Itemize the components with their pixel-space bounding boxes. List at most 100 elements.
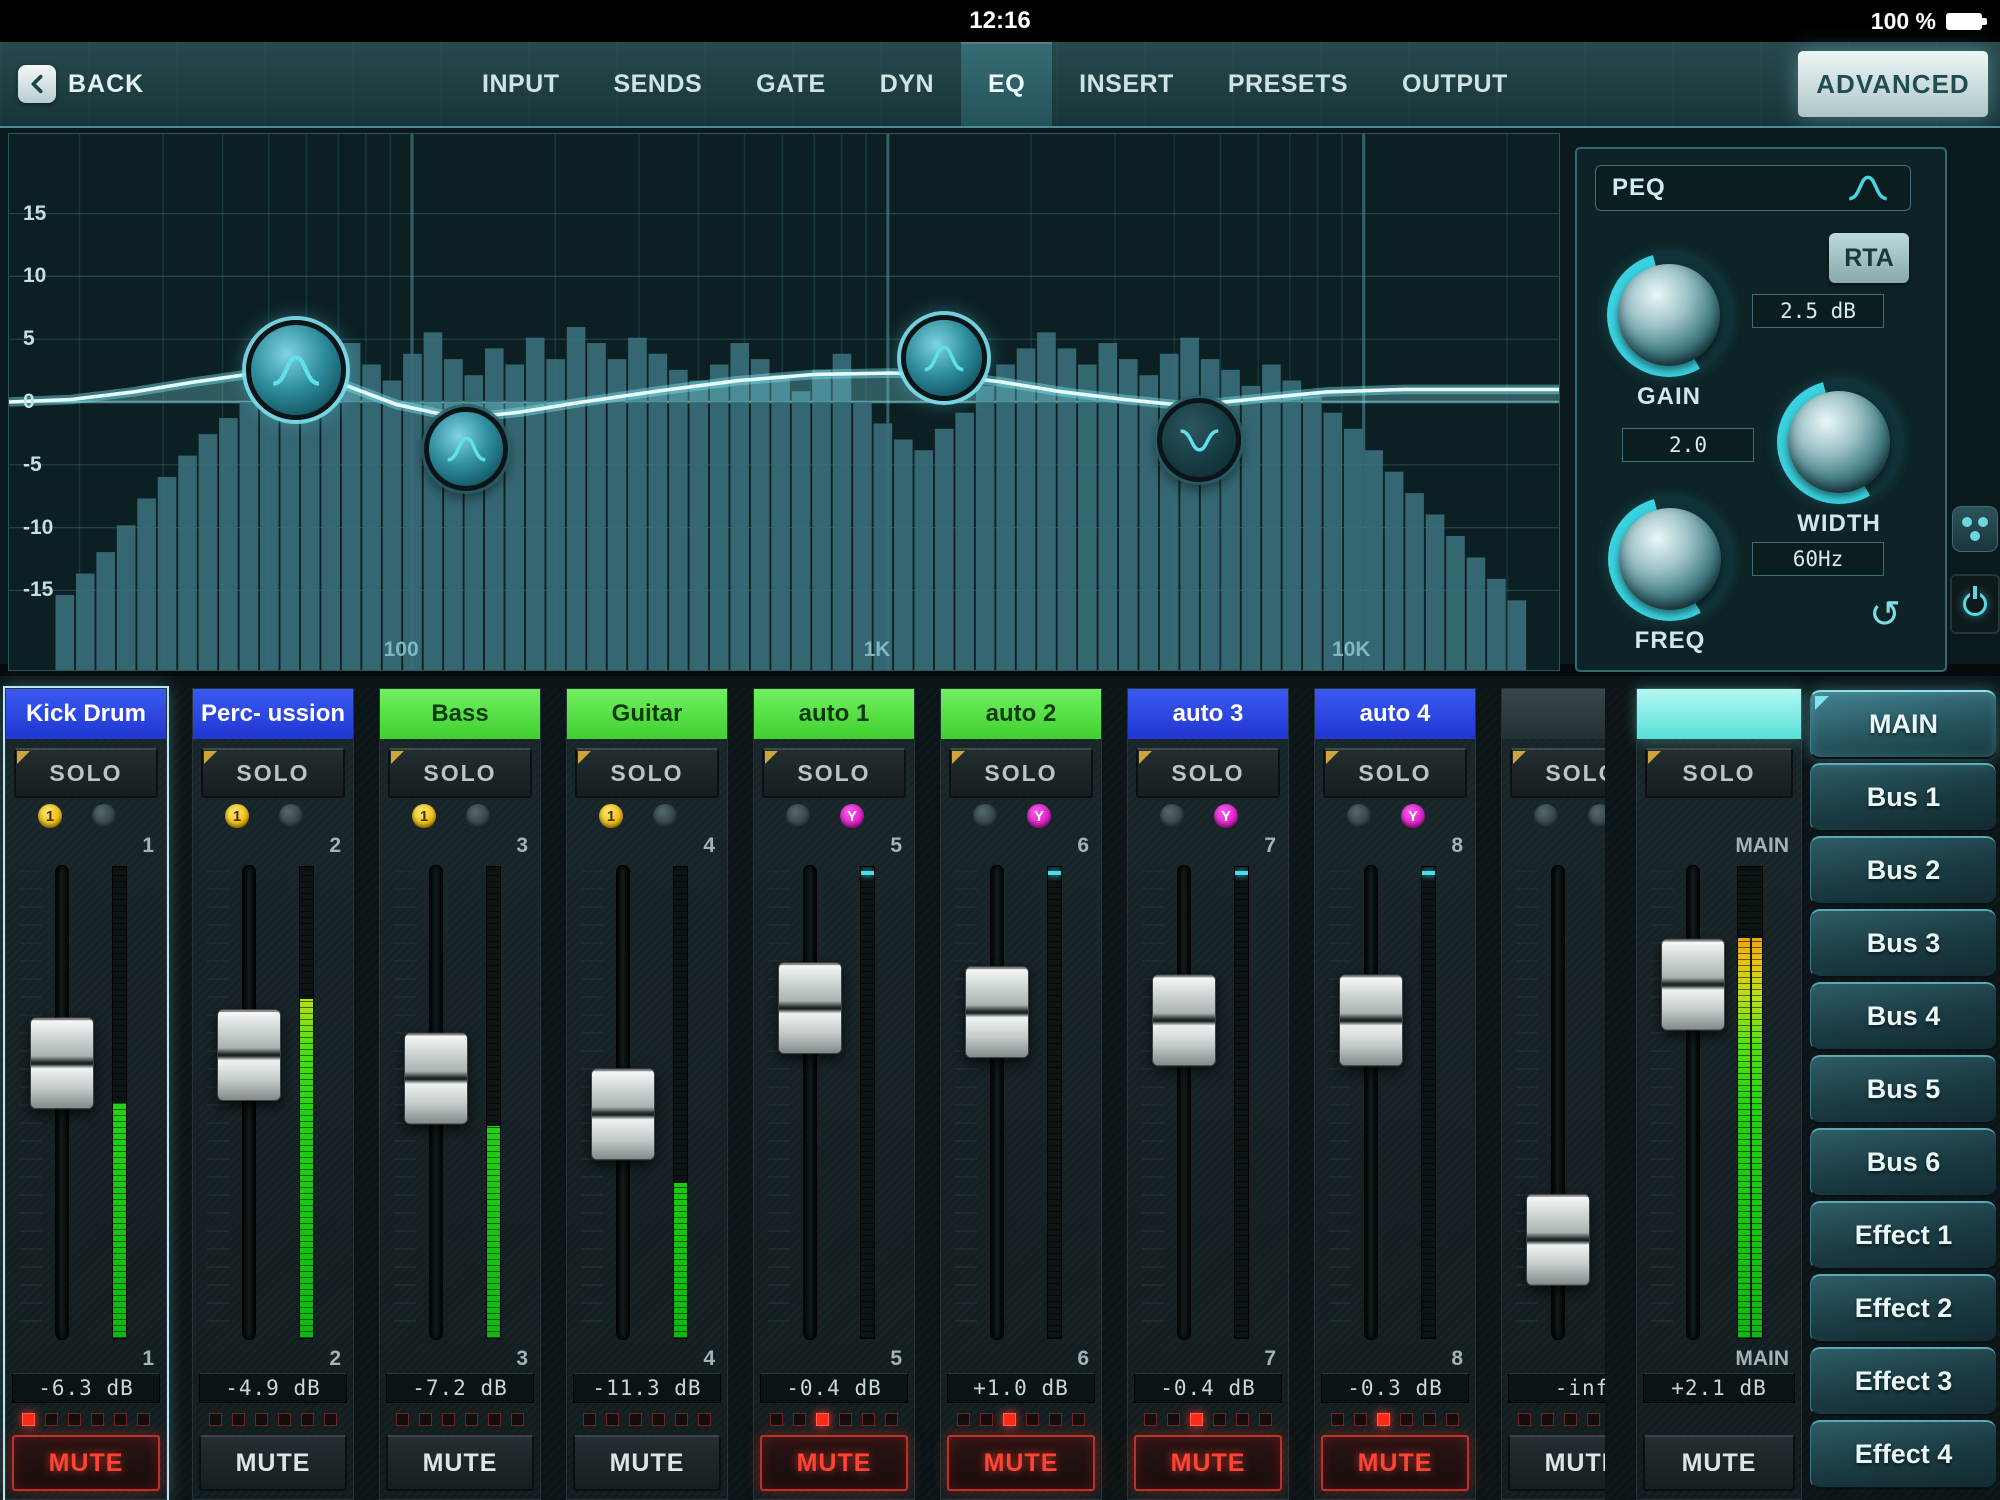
assign-square[interactable] xyxy=(137,1412,150,1426)
assign-square[interactable] xyxy=(885,1412,898,1426)
assign-square[interactable] xyxy=(980,1412,993,1426)
assign-square[interactable] xyxy=(45,1412,58,1426)
assign-square[interactable] xyxy=(793,1412,806,1426)
reset-button[interactable]: ↺ xyxy=(1858,587,1912,641)
solo-button[interactable]: SOLO xyxy=(1510,748,1605,798)
assign-square[interactable] xyxy=(301,1412,314,1426)
assign-square[interactable] xyxy=(209,1412,222,1426)
assign-square[interactable] xyxy=(1587,1412,1600,1426)
assign-square[interactable] xyxy=(1259,1412,1272,1426)
rta-button[interactable]: RTA xyxy=(1829,233,1909,283)
assign-square[interactable] xyxy=(1377,1412,1390,1426)
assign-square[interactable] xyxy=(1354,1412,1367,1426)
assign-square[interactable] xyxy=(698,1412,711,1426)
tab-input[interactable]: INPUT xyxy=(455,42,587,126)
bus-select-bus-4[interactable]: Bus 4 xyxy=(1810,982,1996,1051)
fader-handle[interactable] xyxy=(1526,1194,1590,1287)
tab-dyn[interactable]: DYN xyxy=(853,42,961,126)
assign-square[interactable] xyxy=(255,1412,268,1426)
assign-square[interactable] xyxy=(1236,1412,1249,1426)
assign-square[interactable] xyxy=(1400,1412,1413,1426)
assign-square[interactable] xyxy=(442,1412,455,1426)
assign-square[interactable] xyxy=(652,1412,665,1426)
advanced-button[interactable]: ADVANCED xyxy=(1798,51,1988,117)
assign-square[interactable] xyxy=(1003,1412,1016,1426)
channel-strip[interactable]: auto 3 SOLO Y 7 7 -0.4 dB MUTE xyxy=(1127,688,1289,1500)
assign-square[interactable] xyxy=(232,1412,245,1426)
bus-select-bus-2[interactable]: Bus 2 xyxy=(1810,836,1996,905)
channel-strip[interactable]: auto 1 SOLO Y 5 5 -0.4 dB MUTE xyxy=(753,688,915,1500)
assign-square[interactable] xyxy=(629,1412,642,1426)
channel-name-label[interactable]: Kick Drum xyxy=(6,689,166,739)
bus-select-effect-2[interactable]: Effect 2 xyxy=(1810,1274,1996,1343)
assign-square[interactable] xyxy=(839,1412,852,1426)
assign-square[interactable] xyxy=(816,1412,829,1426)
assign-square[interactable] xyxy=(22,1412,35,1426)
tab-output[interactable]: OUTPUT xyxy=(1375,42,1535,126)
channel-strip[interactable]: auto 2 SOLO Y 6 6 +1.0 dB MUTE xyxy=(940,688,1102,1500)
mute-button[interactable]: MUTE xyxy=(1321,1435,1469,1491)
assign-square[interactable] xyxy=(606,1412,619,1426)
assign-square[interactable] xyxy=(1049,1412,1062,1426)
eq-graph[interactable]: 15 10 5 0 -5 -10 -15 100 1K 10K xyxy=(8,133,1560,671)
fader-handle[interactable] xyxy=(30,1017,94,1110)
assign-square[interactable] xyxy=(583,1412,596,1426)
mute-button[interactable]: MUTE xyxy=(386,1435,534,1491)
assign-square[interactable] xyxy=(1190,1412,1203,1426)
assign-square[interactable] xyxy=(1213,1412,1226,1426)
bus-select-effect-1[interactable]: Effect 1 xyxy=(1810,1201,1996,1270)
tab-gate[interactable]: GATE xyxy=(729,42,853,126)
solo-button[interactable]: SOLO xyxy=(1136,748,1280,798)
mute-button[interactable]: MUTE xyxy=(760,1435,908,1491)
assign-square[interactable] xyxy=(278,1412,291,1426)
assign-square[interactable] xyxy=(957,1412,970,1426)
channel-strip[interactable]: Kick Drum SOLO 1 1 1 -6.3 dB MUTE xyxy=(5,688,167,1500)
assign-square[interactable] xyxy=(862,1412,875,1426)
assign-square[interactable] xyxy=(511,1412,524,1426)
eq-node-3[interactable] xyxy=(900,315,987,402)
mute-button[interactable]: MUTE xyxy=(947,1435,1095,1491)
bus-select-effect-4[interactable]: Effect 4 xyxy=(1810,1420,1996,1489)
tab-eq[interactable]: EQ xyxy=(961,42,1053,126)
tab-insert[interactable]: INSERT xyxy=(1052,42,1201,126)
assign-square[interactable] xyxy=(419,1412,432,1426)
solo-button[interactable]: SOLO xyxy=(388,748,532,798)
solo-button[interactable]: SOLO xyxy=(1323,748,1467,798)
main-color-label[interactable] xyxy=(1637,689,1801,739)
assign-square[interactable] xyxy=(1564,1412,1577,1426)
channel-name-label[interactable]: Guitar xyxy=(567,689,727,739)
assign-square[interactable] xyxy=(488,1412,501,1426)
assign-square[interactable] xyxy=(1331,1412,1344,1426)
mute-button[interactable]: MUTE xyxy=(199,1435,347,1491)
assign-square[interactable] xyxy=(770,1412,783,1426)
bus-select-effect-3[interactable]: Effect 3 xyxy=(1810,1347,1996,1416)
channel-name-label[interactable]: auto 4 xyxy=(1315,689,1475,739)
tab-sends[interactable]: SENDS xyxy=(587,42,730,126)
assign-square[interactable] xyxy=(396,1412,409,1426)
channel-strip[interactable]: auto 4 SOLO Y 8 8 -0.3 dB MUTE xyxy=(1314,688,1476,1500)
fader-handle[interactable] xyxy=(404,1032,468,1125)
assign-square[interactable] xyxy=(1144,1412,1157,1426)
assign-square[interactable] xyxy=(465,1412,478,1426)
assign-square[interactable] xyxy=(1423,1412,1436,1426)
channel-name-label[interactable]: auto 2 xyxy=(941,689,1101,739)
assign-square[interactable] xyxy=(68,1412,81,1426)
bus-select-bus-5[interactable]: Bus 5 xyxy=(1810,1055,1996,1124)
bus-select-main[interactable]: MAIN xyxy=(1810,690,1996,759)
fader-handle[interactable] xyxy=(778,962,842,1055)
channel-group-icon[interactable] xyxy=(1952,506,1998,552)
assign-square[interactable] xyxy=(1541,1412,1554,1426)
channel-strip[interactable]: Perc- ussion SOLO 1 2 2 -4.9 dB MUTE xyxy=(192,688,354,1500)
fader-handle[interactable] xyxy=(217,1009,281,1102)
mute-button[interactable]: MUTE xyxy=(573,1435,721,1491)
back-button[interactable]: BACK xyxy=(18,42,144,126)
assign-square[interactable] xyxy=(1446,1412,1459,1426)
channel-strip[interactable]: Guitar SOLO 1 4 4 -11.3 dB MUTE xyxy=(566,688,728,1500)
main-mute-button[interactable]: MUTE xyxy=(1643,1435,1795,1491)
clipped-channel-strip[interactable]: SOLO -inf MUTE xyxy=(1501,688,1605,1500)
assign-square[interactable] xyxy=(324,1412,337,1426)
fader-handle[interactable] xyxy=(965,966,1029,1059)
solo-button[interactable]: SOLO xyxy=(14,748,158,798)
fader-handle[interactable] xyxy=(591,1068,655,1161)
channel-name-label[interactable]: auto 1 xyxy=(754,689,914,739)
